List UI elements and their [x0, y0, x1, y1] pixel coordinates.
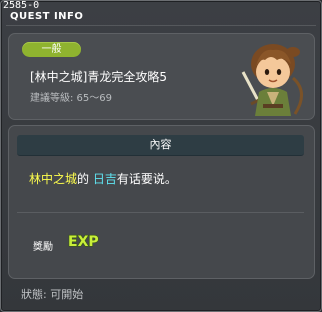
content-header: 內容: [17, 135, 304, 156]
quest-info-window: 2585-0 QUEST INFO 一般 [林中之城]青龙完全攻略5 建議等級:…: [0, 0, 322, 312]
quest-name: [林中之城]青龙完全攻略5: [30, 70, 167, 84]
version-label: 2585-0: [3, 0, 40, 11]
exp-icon: EXP: [67, 233, 99, 250]
quest-category-badge: 一般: [22, 42, 81, 57]
npc-name-link[interactable]: 日吉: [93, 172, 117, 186]
description-message: 有话要说。: [116, 172, 177, 186]
quest-description: 林中之城的 日吉有话要说。: [29, 170, 177, 187]
exp-icon-text: EXP: [68, 234, 99, 250]
quest-summary-panel: 一般 [林中之城]青龙完全攻略5 建議等級: 65〜69: [8, 33, 315, 120]
npc-portrait-icon: [241, 44, 303, 116]
quest-content-panel: 內容 林中之城的 日吉有话要说。 獎勵 EXP: [8, 125, 315, 279]
reward-label: 獎勵: [33, 242, 53, 253]
reward-divider: [17, 212, 304, 213]
window-title: QUEST INFO: [10, 11, 84, 22]
description-particle: 的: [77, 172, 90, 186]
quest-status: 狀態: 可開始: [21, 288, 84, 301]
map-name-link[interactable]: 林中之城: [29, 172, 77, 186]
recommended-level: 建議等級: 65〜69: [30, 93, 112, 104]
title-divider: [6, 25, 316, 26]
